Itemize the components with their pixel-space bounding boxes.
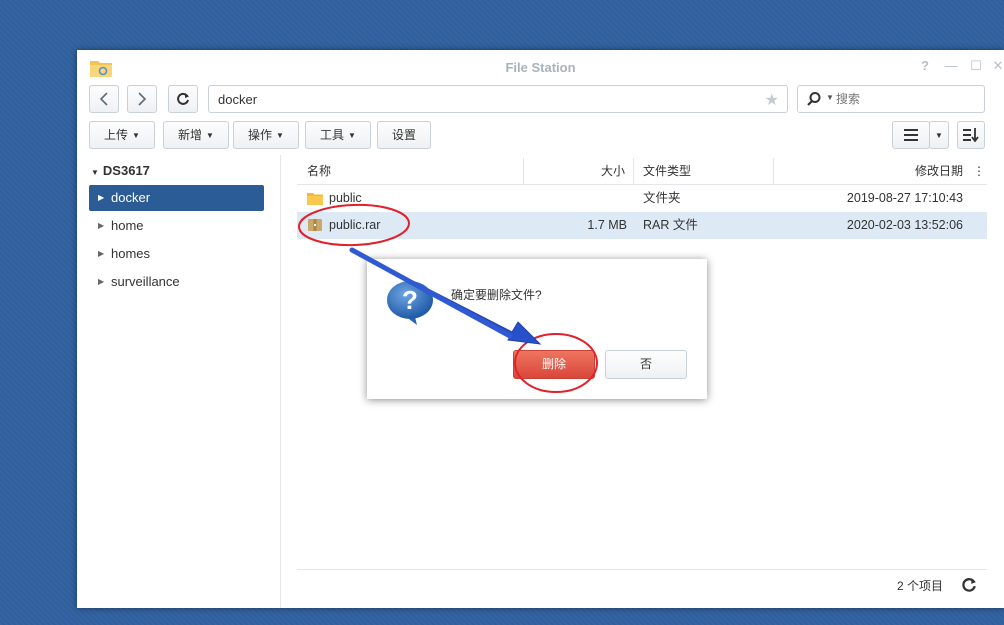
- table-row[interactable]: public.rar 1.7 MB RAR 文件 2020-02-03 13:5…: [297, 212, 987, 239]
- close-icon[interactable]: ✕: [990, 58, 1004, 74]
- file-size: [523, 185, 627, 212]
- column-divider: [633, 158, 634, 185]
- view-mode-dropdown[interactable]: ▼: [929, 121, 949, 149]
- chevron-right-icon: [138, 92, 147, 106]
- sidebar-root[interactable]: ▼ DS3617: [91, 163, 150, 178]
- file-type: 文件夹: [643, 191, 681, 205]
- refresh-button[interactable]: [168, 85, 198, 113]
- column-header-type[interactable]: 文件类型: [643, 158, 691, 185]
- help-icon[interactable]: ?: [917, 58, 933, 74]
- file-modified: 2020-02-03 13:52:06: [846, 218, 963, 232]
- folder-icon: [307, 193, 323, 205]
- settings-label: 设置: [391, 128, 416, 142]
- sidebar: ▼ DS3617 ▶ docker ▶ home ▶ homes ▶ surveillan…: [77, 155, 281, 608]
- archive-file-icon: [308, 219, 322, 231]
- svg-text:?: ?: [402, 285, 418, 315]
- chevron-down-icon: ▼: [206, 131, 214, 140]
- sidebar-item-surveillance[interactable]: ▶ surveillance: [89, 269, 264, 295]
- search-icon[interactable]: [806, 91, 822, 107]
- column-header-modified[interactable]: 修改日期: [773, 158, 963, 185]
- column-header-name[interactable]: 名称: [307, 158, 331, 185]
- delete-button[interactable]: 删除: [513, 350, 595, 379]
- chevron-down-icon: ▼: [348, 131, 356, 140]
- back-button[interactable]: [89, 85, 119, 113]
- tools-label: 工具: [320, 128, 345, 142]
- path-bar[interactable]: docker ★: [208, 85, 788, 113]
- column-header-size[interactable]: 大小: [523, 158, 625, 185]
- upload-button[interactable]: 上传 ▼: [89, 121, 155, 149]
- file-name: public.rar: [329, 218, 381, 232]
- file-name: public: [329, 191, 362, 205]
- sidebar-item-docker[interactable]: ▶ docker: [89, 185, 264, 211]
- sort-icon: [963, 128, 979, 143]
- list-view-icon: [904, 129, 918, 141]
- file-modified: 2019-08-27 17:10:43: [846, 191, 963, 205]
- sidebar-item-homes[interactable]: ▶ homes: [89, 241, 264, 267]
- file-list-header: 名称 大小 文件类型 修改日期 ⋮: [297, 158, 987, 185]
- search-box[interactable]: ▼: [797, 85, 985, 113]
- chevron-right-icon[interactable]: ▶: [98, 185, 104, 211]
- title-bar: File Station — ? ☐ ✕: [77, 50, 1004, 84]
- chevron-down-icon[interactable]: ▼: [826, 93, 834, 102]
- column-options-icon[interactable]: ⋮: [973, 158, 985, 185]
- current-path: docker: [218, 92, 258, 107]
- sidebar-item-label: home: [111, 218, 144, 233]
- create-label: 新增: [178, 128, 203, 142]
- sidebar-item-label: surveillance: [111, 274, 180, 289]
- chevron-right-icon[interactable]: ▶: [98, 241, 104, 267]
- tools-button[interactable]: 工具 ▼: [305, 121, 371, 149]
- confirm-delete-dialog: ? 确定要删除文件? 删除 否: [367, 259, 707, 399]
- question-icon: ?: [387, 281, 433, 325]
- sidebar-item-home[interactable]: ▶ home: [89, 213, 264, 239]
- action-toolbar: 上传 ▼ 新增 ▼ 操作 ▼ 工具 ▼ 设置 ▼: [89, 121, 992, 149]
- sort-button[interactable]: [957, 121, 985, 149]
- window-title: File Station: [505, 60, 576, 75]
- chevron-right-icon[interactable]: ▶: [98, 269, 104, 295]
- table-row[interactable]: public 文件夹 2019-08-27 17:10:43: [297, 185, 987, 212]
- settings-button[interactable]: 设置: [377, 121, 431, 149]
- cancel-button[interactable]: 否: [605, 350, 687, 379]
- action-button[interactable]: 操作 ▼: [233, 121, 299, 149]
- status-bar: 2 个项目: [297, 569, 987, 599]
- file-type: RAR 文件: [643, 218, 698, 232]
- maximize-icon[interactable]: ☐: [968, 58, 984, 74]
- search-input[interactable]: [836, 90, 976, 108]
- item-count: 2 个项目: [896, 579, 943, 593]
- chevron-down-icon: ▼: [935, 131, 943, 140]
- chevron-left-icon: [99, 92, 108, 106]
- chevron-down-icon: ▼: [132, 131, 140, 140]
- refresh-icon[interactable]: [961, 577, 977, 593]
- navigation-toolbar: docker ★ ▼: [89, 85, 992, 113]
- sidebar-item-label: homes: [111, 246, 151, 261]
- file-size: 1.7 MB: [587, 218, 627, 232]
- sidebar-item-label: docker: [111, 190, 151, 205]
- minimize-icon[interactable]: —: [943, 58, 959, 74]
- action-label: 操作: [248, 128, 273, 142]
- refresh-icon: [177, 92, 189, 105]
- star-icon[interactable]: ★: [765, 90, 779, 110]
- create-button[interactable]: 新增 ▼: [163, 121, 229, 149]
- forward-button[interactable]: [127, 85, 157, 113]
- upload-label: 上传: [104, 128, 129, 142]
- sidebar-root-label: DS3617: [102, 163, 150, 178]
- dialog-message: 确定要删除文件?: [451, 288, 542, 302]
- chevron-down-icon: ▼: [276, 131, 284, 140]
- chevron-down-icon[interactable]: ▼: [91, 168, 99, 177]
- chevron-right-icon[interactable]: ▶: [98, 213, 104, 239]
- view-mode-button[interactable]: [892, 121, 930, 149]
